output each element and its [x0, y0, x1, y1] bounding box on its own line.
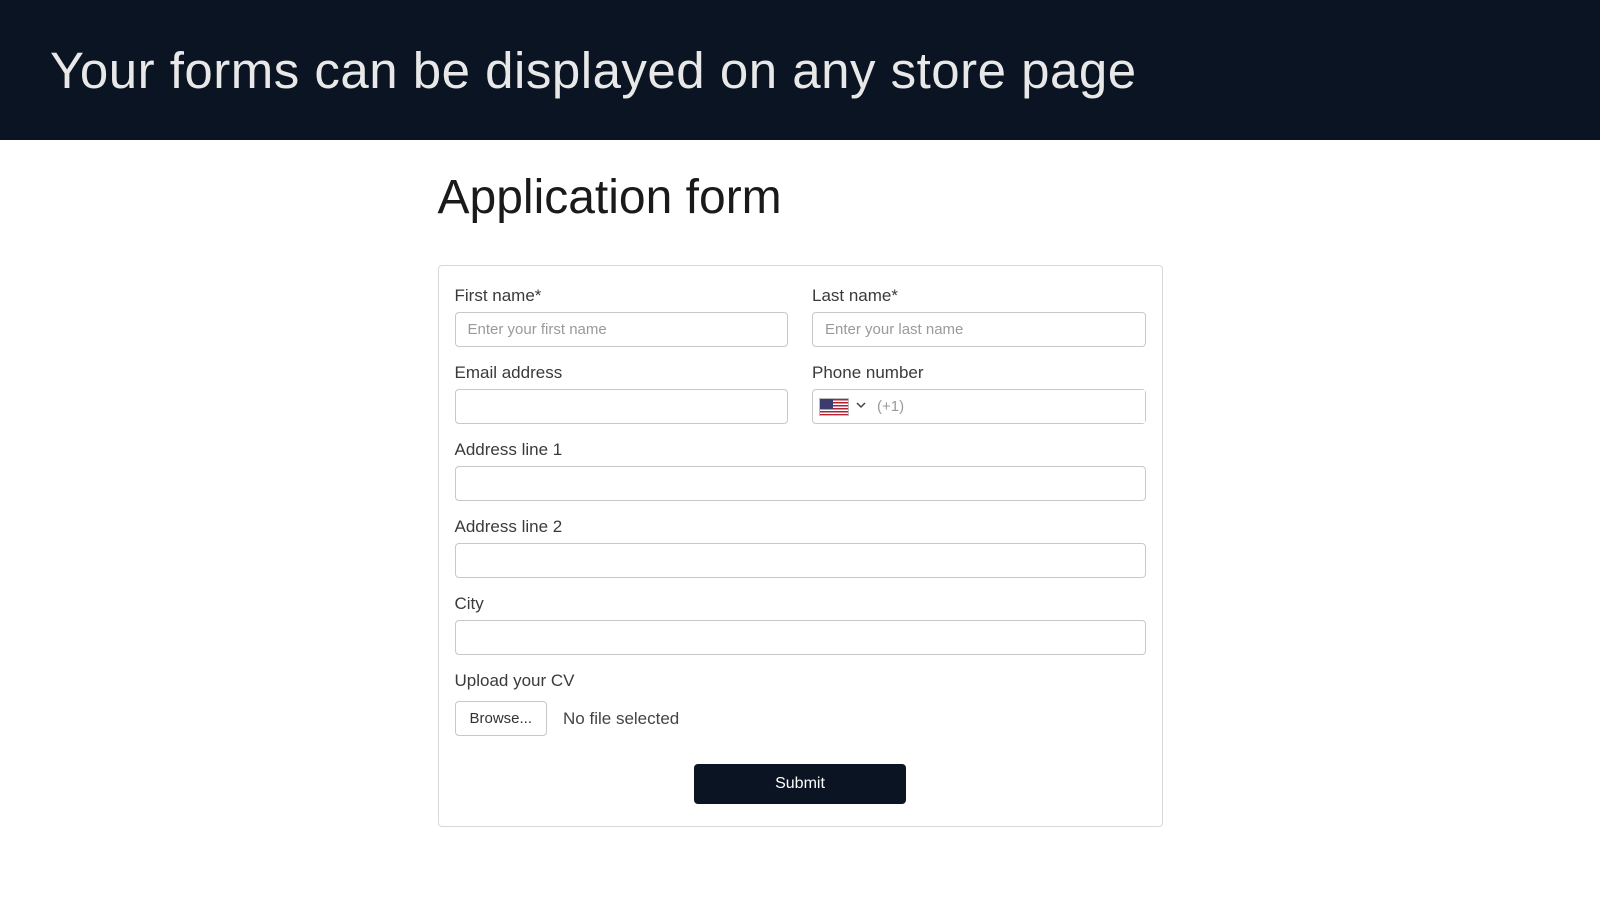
address1-group: Address line 1 — [455, 440, 1146, 501]
address1-input[interactable] — [455, 466, 1146, 501]
form-row-contact: Email address Phone number — [455, 363, 1146, 424]
submit-button[interactable]: Submit — [694, 764, 906, 804]
first-name-label: First name* — [455, 286, 789, 306]
browse-button[interactable]: Browse... — [455, 701, 548, 736]
page-header: Your forms can be displayed on any store… — [0, 0, 1600, 140]
last-name-input[interactable] — [812, 312, 1146, 347]
upload-status: No file selected — [563, 709, 679, 729]
upload-group: Upload your CV Browse... No file selecte… — [455, 671, 1146, 736]
email-input[interactable] — [455, 389, 789, 424]
address2-input[interactable] — [455, 543, 1146, 578]
us-flag-icon[interactable] — [819, 398, 849, 416]
phone-group: Phone number — [812, 363, 1146, 424]
email-label: Email address — [455, 363, 789, 383]
upload-label: Upload your CV — [455, 671, 1146, 691]
address1-label: Address line 1 — [455, 440, 1146, 460]
form-wrapper: Application form First name* Last name* … — [438, 170, 1163, 827]
form-card: First name* Last name* Email address Pho… — [438, 265, 1163, 827]
email-group: Email address — [455, 363, 789, 424]
header-title: Your forms can be displayed on any store… — [50, 41, 1137, 100]
city-input[interactable] — [455, 620, 1146, 655]
phone-input-wrapper — [812, 389, 1146, 424]
city-label: City — [455, 594, 1146, 614]
first-name-group: First name* — [455, 286, 789, 347]
city-group: City — [455, 594, 1146, 655]
last-name-group: Last name* — [812, 286, 1146, 347]
submit-row: Submit — [455, 764, 1146, 804]
phone-input[interactable] — [875, 390, 1145, 423]
content-area: Application form First name* Last name* … — [0, 140, 1600, 827]
first-name-input[interactable] — [455, 312, 789, 347]
last-name-label: Last name* — [812, 286, 1146, 306]
form-row-name: First name* Last name* — [455, 286, 1146, 347]
chevron-down-icon[interactable] — [855, 398, 867, 416]
address2-group: Address line 2 — [455, 517, 1146, 578]
phone-label: Phone number — [812, 363, 1146, 383]
form-title: Application form — [438, 170, 1163, 225]
address2-label: Address line 2 — [455, 517, 1146, 537]
upload-row: Browse... No file selected — [455, 701, 1146, 736]
